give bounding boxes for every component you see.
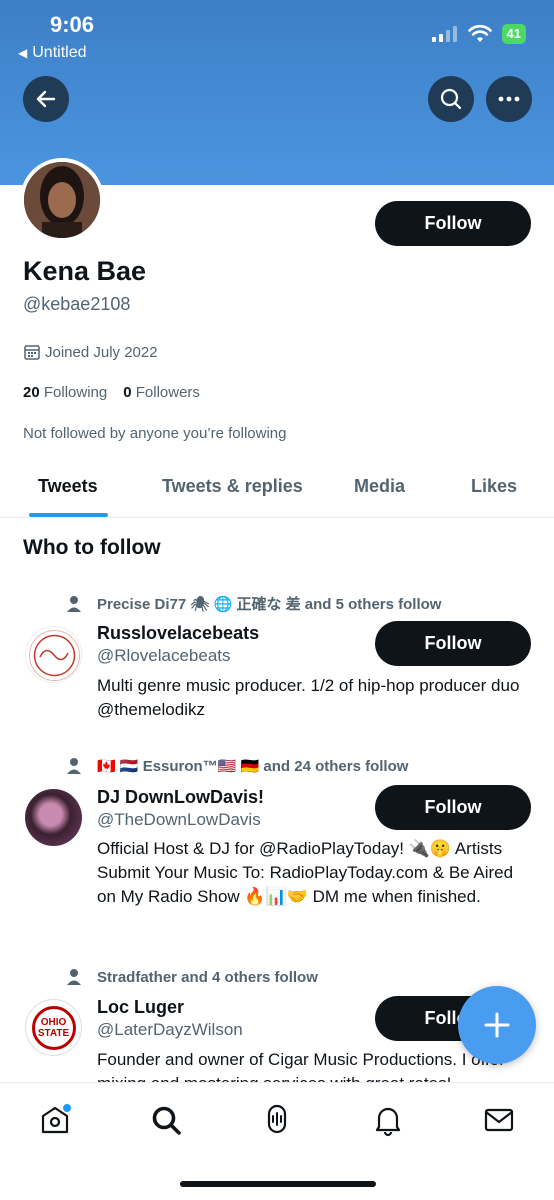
social-context-text: Precise Di77 🕷 🌐 正確な 差 and 5 others foll… (97, 596, 442, 613)
suggestion-follow-button[interactable]: Follow (375, 621, 531, 666)
tab-tweets[interactable]: Tweets (38, 476, 98, 497)
followers-count: 0 (123, 384, 132, 401)
suggestion-handle[interactable]: @LaterDayzWilson (97, 1020, 243, 1040)
suggestion-bio: Multi genre music producer. 1/2 of hip-h… (97, 676, 520, 719)
followers-link[interactable]: 0 Followers (123, 384, 200, 401)
tab-media[interactable]: Media (354, 476, 405, 497)
suggestion-bio: Official Host & DJ for @RadioPlayToday! … (97, 839, 514, 906)
explore-search-icon[interactable] (149, 1103, 183, 1137)
profile-tabs: Tweets Tweets & replies Media Likes (0, 460, 554, 518)
joined-text: Joined July 2022 (45, 343, 158, 361)
messages-mail-icon[interactable] (482, 1103, 516, 1137)
profile-avatar[interactable] (20, 158, 104, 242)
search-button[interactable] (428, 76, 474, 122)
person-icon (67, 758, 81, 774)
following-label: Following (43, 384, 108, 401)
home-indicator (180, 1181, 376, 1187)
person-icon (67, 595, 81, 612)
suggestion-bio: Founder and owner of Cigar Music Product… (97, 1050, 505, 1082)
ohio-state-logo: OHIO STATE (31, 1005, 76, 1050)
battery-indicator: 41 (501, 24, 526, 44)
suggestion-name[interactable]: Russlovelacebeats (97, 623, 259, 644)
suggestion-avatar[interactable] (25, 626, 82, 683)
signal-icon (431, 26, 457, 42)
back-to-app-link[interactable]: ◀ Untitled (18, 44, 86, 62)
suggestion-avatar[interactable]: OHIO STATE (25, 999, 82, 1056)
joined-date: Joined July 2022 (23, 343, 158, 361)
follow-counts: 20 Following 0 Followers (23, 384, 200, 401)
suggestion-name[interactable]: Loc Luger (97, 997, 184, 1018)
status-indicators: 41 (431, 24, 526, 44)
profile-name: Kena Bae (23, 256, 147, 286)
notifications-bell-icon[interactable] (371, 1103, 405, 1137)
status-time: 9:06 (50, 12, 95, 37)
more-dots-icon (498, 96, 520, 102)
arrow-left-icon (36, 90, 56, 108)
lovelace-logo-icon (29, 630, 80, 681)
profile-handle: @kebae2108 (23, 294, 131, 314)
compose-tweet-button[interactable] (458, 986, 536, 1064)
back-triangle-icon: ◀ (18, 46, 28, 60)
tab-tweets-replies[interactable]: Tweets & replies (162, 476, 303, 497)
follow-button[interactable]: Follow (375, 201, 531, 246)
following-link[interactable]: 20 Following (23, 384, 107, 401)
suggestion-avatar[interactable] (25, 789, 82, 846)
social-context: Precise Di77 🕷 🌐 正確な 差 and 5 others foll… (65, 593, 441, 614)
tab-likes[interactable]: Likes (471, 476, 517, 497)
active-tab-indicator (29, 513, 108, 517)
not-followed-note: Not followed by anyone you’re following (23, 425, 287, 442)
back-app-label: Untitled (32, 44, 87, 61)
search-icon (440, 88, 462, 110)
spaces-icon[interactable] (260, 1103, 294, 1137)
home-icon[interactable] (38, 1103, 72, 1137)
who-to-follow-title: Who to follow (23, 536, 161, 559)
plus-icon (484, 1012, 510, 1038)
wifi-icon (467, 25, 492, 42)
social-context: Stradfather and 4 others follow (65, 968, 318, 986)
person-icon (67, 969, 81, 985)
profile-photo-icon (24, 162, 100, 238)
following-count: 20 (23, 384, 40, 401)
suggestion-follow-button[interactable]: Follow (375, 785, 531, 830)
suggestion-handle[interactable]: @Rlovelacebeats (97, 646, 231, 666)
social-context: 🇨🇦 🇳🇱 Essuron™🇺🇸 🇩🇪 and 24 others follow (65, 757, 408, 775)
calendar-icon (24, 345, 40, 360)
more-options-button[interactable] (486, 76, 532, 122)
back-button[interactable] (23, 76, 69, 122)
suggestion-handle[interactable]: @TheDownLowDavis (97, 810, 261, 830)
suggestion-name[interactable]: DJ DownLowDavis! (97, 787, 264, 808)
social-context-text: 🇨🇦 🇳🇱 Essuron™🇺🇸 🇩🇪 and 24 others follow (97, 758, 409, 775)
social-context-text: Stradfather and 4 others follow (97, 968, 318, 986)
followers-label: Followers (135, 384, 200, 401)
